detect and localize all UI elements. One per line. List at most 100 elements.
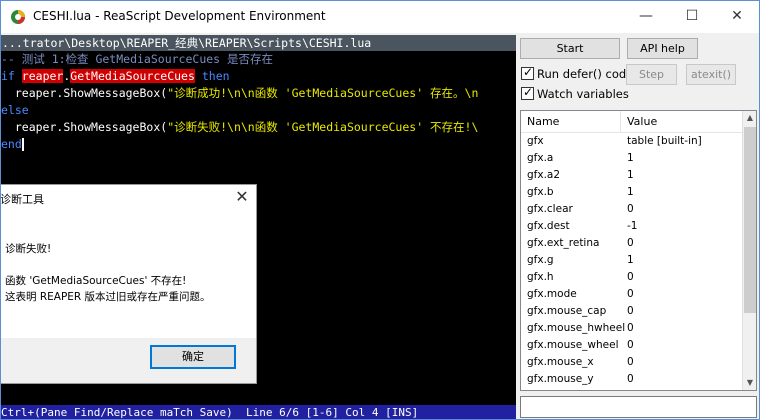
dialog-body: 诊断失败! 函数 'GetMediaSourceCues' 不存在! 这表明 R… [1,214,256,338]
string-text: "诊断成功!\n\n函数 'GetMediaSourceCues' 存在。\n [167,86,479,100]
list-row[interactable]: gfx.mouse_cap 0 [521,304,743,321]
var-value: 0 [627,356,634,368]
var-name: gfx.mouse_hwheel [527,322,626,334]
string-text: "诊断失败!\n\n函数 'GetMediaSourceCues' 不存在!\ [167,120,479,134]
scroll-up-arrow-icon[interactable]: ▲ [743,111,756,125]
var-value: 0 [627,305,634,317]
list-row[interactable]: gfx.mouse_hwheel 0 [521,321,743,338]
step-button[interactable]: Step [626,64,677,85]
var-value: 0 [627,339,634,351]
list-row[interactable]: gfx.clear 0 [521,202,743,219]
list-row[interactable]: gfx.mode 0 [521,287,743,304]
call-text: reaper.ShowMessageBox( [14,120,168,134]
var-name: gfx.a2 [527,169,561,181]
keyword-then: then [201,69,230,83]
run-defer-label: Run defer() code [537,67,634,81]
highlight-func: GetMediaSourceCues [70,69,195,83]
dialog-message-3: 这表明 REAPER 版本过旧或存在严重问题。 [5,291,211,303]
list-row[interactable]: gfx.b 1 [521,185,743,202]
code-line-6: end [1,136,24,152]
api-help-button[interactable]: API help [627,38,698,59]
watch-variables-list[interactable]: Name Value gfx table [built-in] gfx.a 1 gf… [520,110,757,391]
var-value: 1 [627,254,634,266]
keyword-if: if [1,69,15,83]
keyword-end: end [1,137,22,151]
var-value: -1 [627,220,638,232]
dialog-title: 诊断工具 [0,193,44,206]
list-row[interactable]: gfx.h 0 [521,270,743,287]
text-cursor [21,138,24,151]
var-value: 0 [627,373,634,385]
atexit-button[interactable]: atexit() [686,64,736,85]
list-row[interactable]: gfx.g 1 [521,253,743,270]
list-row[interactable]: gfx.a 1 [521,151,743,168]
list-row[interactable]: gfx table [built-in] [521,134,743,151]
watch-variables-label: Watch variables [537,87,629,101]
list-row[interactable]: gfx.mouse_x 0 [521,355,743,372]
list-row[interactable]: gfx.mouse_wheel 0 [521,338,743,355]
code-line-2: if reaper.GetMediaSourceCues then [1,68,230,84]
var-name: gfx [527,135,544,147]
comment-text: -- 测试 1:检查 GetMediaSourceCues 是否存在 [1,52,274,66]
var-value: 0 [627,288,634,300]
list-row[interactable]: gfx.dest -1 [521,219,743,236]
keyword-else: else [1,103,29,117]
var-value: 0 [627,271,634,283]
scroll-down-arrow-icon[interactable]: ▼ [743,376,756,390]
dialog-message-2: 函数 'GetMediaSourceCues' 不存在! [5,275,187,287]
start-button[interactable]: Start [520,38,620,59]
list-row[interactable]: gfx.mouse_y 0 [521,372,743,389]
highlight-reaper: reaper [21,69,64,83]
list-row[interactable]: gfx.ext_retina 0 [521,236,743,253]
var-name: gfx.mouse_x [527,356,594,368]
var-value: 0 [627,203,634,215]
window-title: CESHI.lua - ReaScript Development Enviro… [33,9,326,23]
var-name: gfx.mouse_y [527,373,594,385]
run-defer-checkbox[interactable]: Run defer() code [521,65,634,81]
var-name: gfx.b [527,186,554,198]
scroll-thumb[interactable] [744,127,756,313]
var-value: 0 [627,322,634,334]
ok-button[interactable]: 确定 [150,345,236,369]
title-bar: CESHI.lua - ReaScript Development Enviro… [1,1,759,33]
reaper-app-icon [11,10,25,24]
code-line-1: -- 测试 1:检查 GetMediaSourceCues 是否存在 [1,51,273,67]
vertical-scrollbar[interactable]: ▲ ▼ [742,111,756,390]
var-value: 1 [627,169,634,181]
var-name: gfx.dest [527,220,570,232]
var-value: 1 [627,152,634,164]
var-value: 1 [627,186,634,198]
close-button[interactable]: ✕ [714,1,759,32]
checkbox-box[interactable] [521,65,534,80]
column-header-value[interactable]: Value [621,111,743,133]
watch-variables-checkbox[interactable]: Watch variables [521,85,629,101]
code-line-4: else [1,102,29,118]
var-name: gfx.mode [527,288,577,300]
watch-expression-input[interactable] [520,396,757,418]
var-name: gfx.clear [527,203,573,215]
code-line-5: reaper.ShowMessageBox("诊断失败!\n\n函数 'GetM… [1,119,479,135]
column-header-name[interactable]: Name [521,111,621,133]
list-row[interactable]: gfx.a2 1 [521,168,743,185]
file-path-bar: ...trator\Desktop\REAPER_经典\REAPER\Scrip… [1,35,516,51]
main-window: CESHI.lua - ReaScript Development Enviro… [0,0,760,420]
var-name: gfx.mouse_cap [527,305,607,317]
dialog-message-1: 诊断失败! [5,243,52,255]
var-name: gfx.ext_retina [527,237,600,249]
minimize-button[interactable]: — [623,1,669,32]
code-line-3: reaper.ShowMessageBox("诊断成功!\n\n函数 'GetM… [1,85,479,101]
maximize-button[interactable]: ☐ [669,1,715,32]
var-name: gfx.h [527,271,554,283]
call-text: reaper.ShowMessageBox( [14,86,168,100]
var-value: 0 [627,237,634,249]
var-name: gfx.a [527,152,554,164]
message-dialog: 诊断工具 ✕ 诊断失败! 函数 'GetMediaSourceCues' 不存在… [0,184,257,384]
var-name: gfx.mouse_wheel [527,339,619,351]
var-name: gfx.g [527,254,554,266]
list-header: Name Value [521,111,743,133]
var-value: table [built-in] [627,135,702,147]
dialog-close-button[interactable]: ✕ [232,187,252,207]
checkbox-box[interactable] [521,85,534,100]
